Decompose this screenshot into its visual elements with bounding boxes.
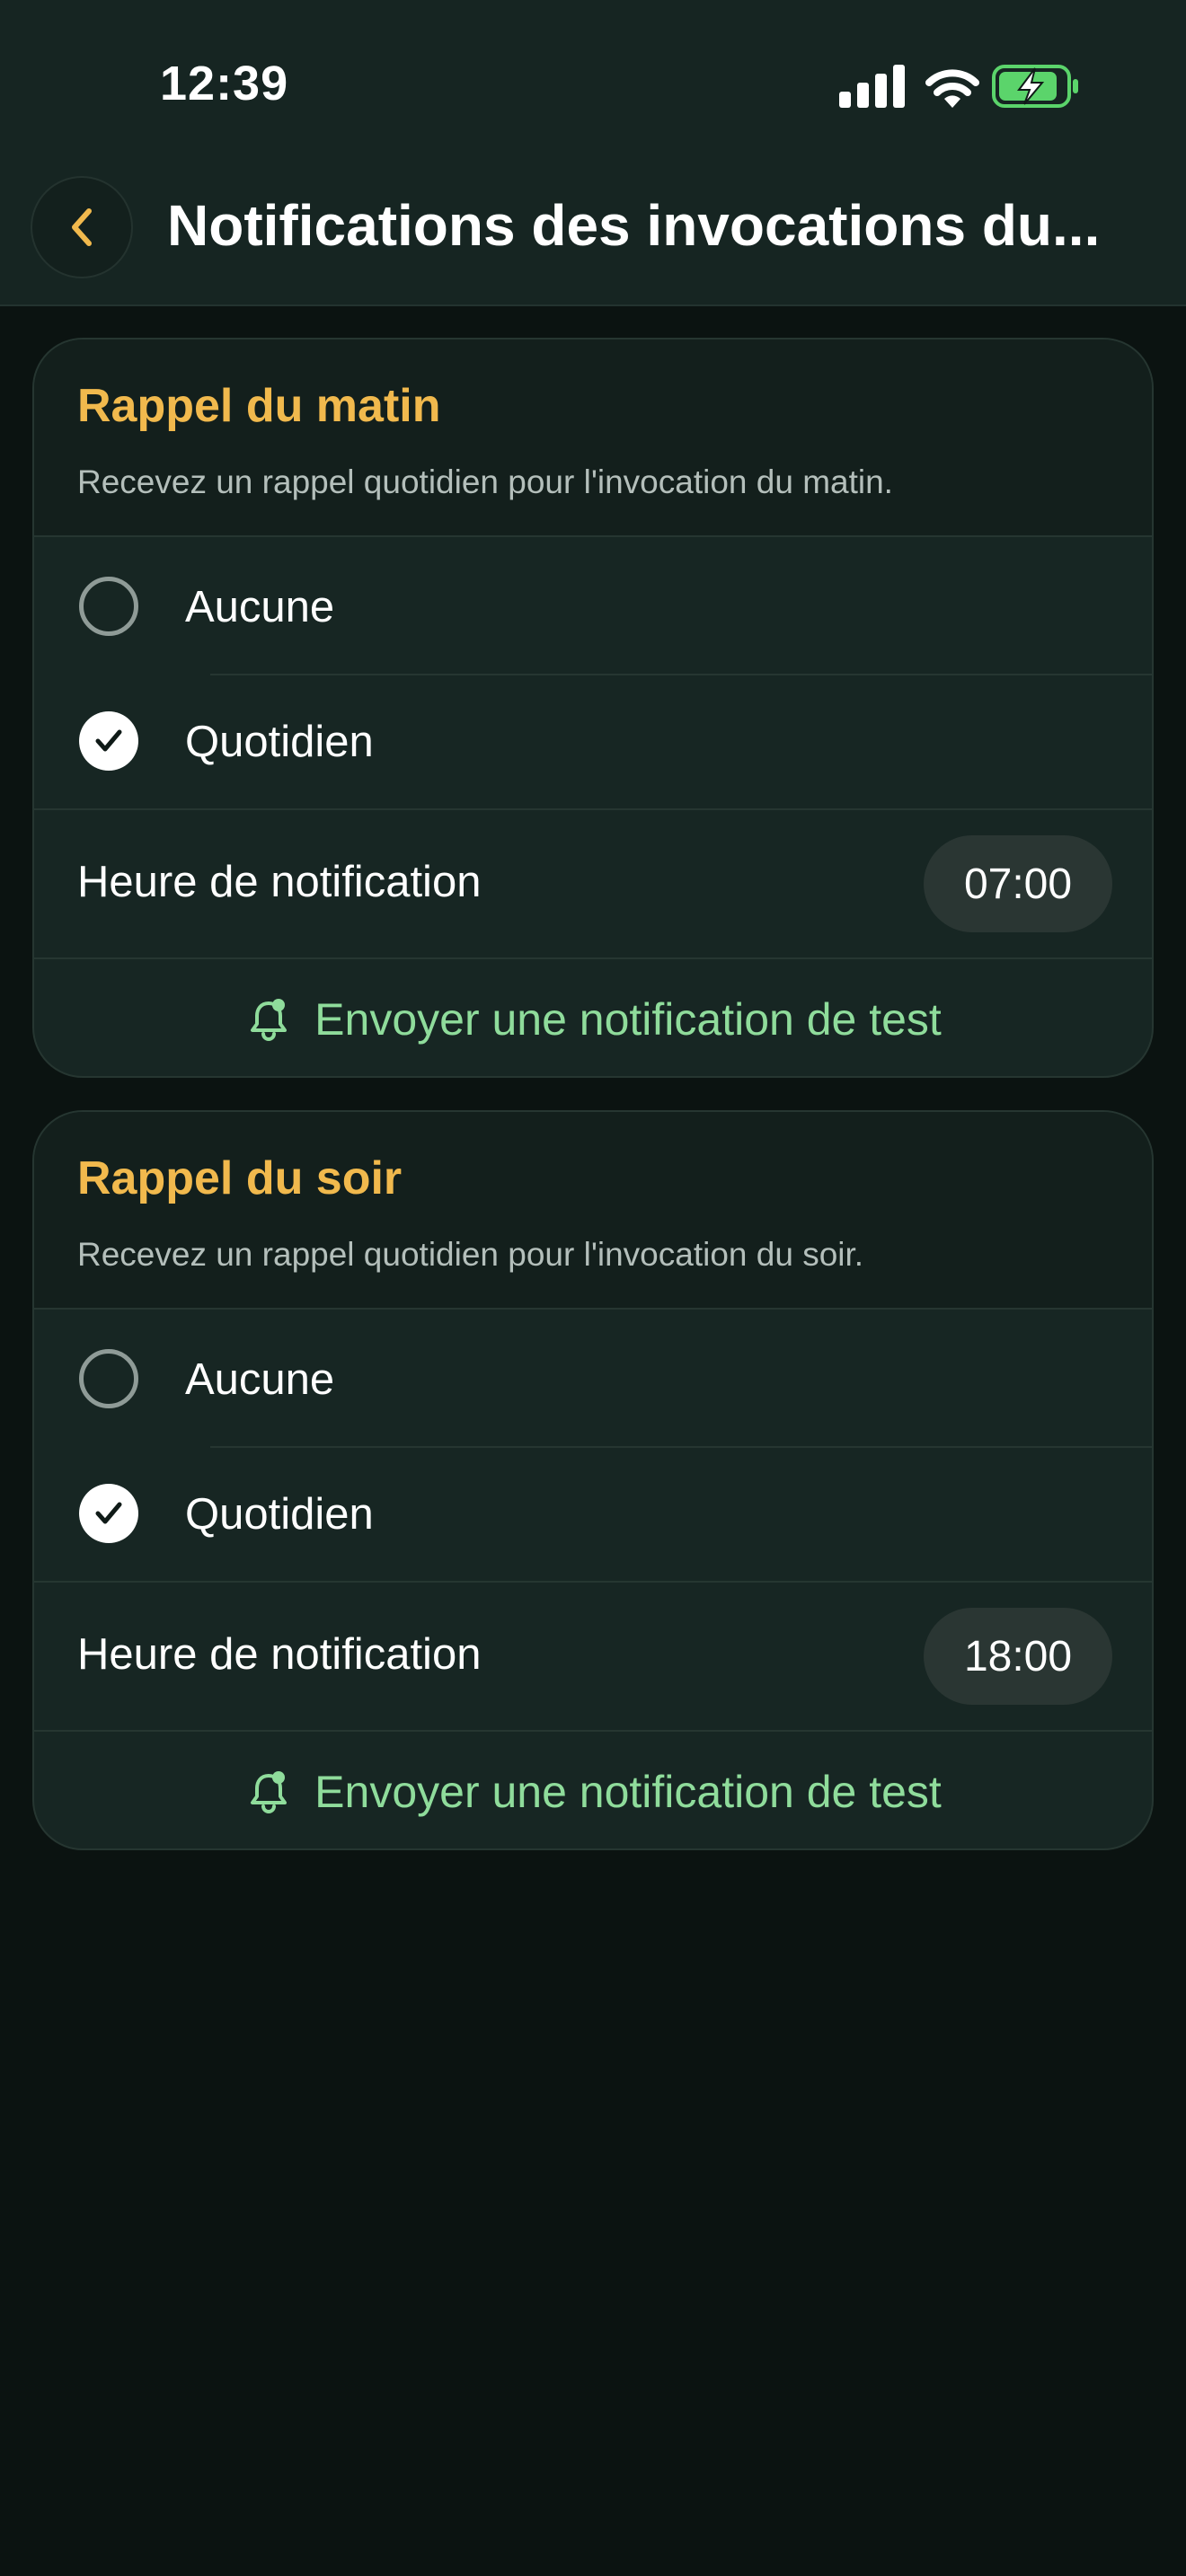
radio-selected-icon xyxy=(79,711,138,771)
morning-reminder-card: Rappel du matin Recevez un rappel quotid… xyxy=(32,338,1154,1078)
card-header: Rappel du soir Recevez un rappel quotidi… xyxy=(34,1112,1152,1310)
send-test-notification-button[interactable]: Envoyer une notification de test xyxy=(34,959,1152,1076)
test-notification-label: Envoyer une notification de test xyxy=(314,1767,942,1817)
status-icons xyxy=(839,63,1082,110)
option-none[interactable]: Aucune xyxy=(34,1311,1152,1446)
card-description: Recevez un rappel quotidien pour l'invoc… xyxy=(77,1236,864,1273)
checkmark-icon xyxy=(95,1502,122,1524)
evening-reminder-card: Rappel du soir Recevez un rappel quotidi… xyxy=(32,1110,1154,1850)
page-title: Notifications des invocations du... xyxy=(167,193,1101,258)
option-label: Aucune xyxy=(185,1355,335,1404)
cellular-signal-icon xyxy=(839,65,905,108)
chevron-left-icon xyxy=(72,208,92,246)
card-title: Rappel du soir xyxy=(77,1152,403,1204)
option-daily[interactable]: Quotidien xyxy=(34,1446,1152,1581)
radio-selected-icon xyxy=(79,1484,138,1543)
navigation-header xyxy=(0,0,1186,306)
test-notification-label: Envoyer une notification de test xyxy=(314,994,942,1045)
bell-icon xyxy=(244,995,293,1044)
card-title: Rappel du matin xyxy=(77,380,441,432)
divider xyxy=(34,808,1152,810)
radio-unselected-icon xyxy=(79,1349,138,1408)
notification-time-label: Heure de notification xyxy=(77,1630,482,1679)
card-description: Recevez un rappel quotidien pour l'invoc… xyxy=(77,463,893,500)
option-label: Quotidien xyxy=(185,1490,374,1539)
battery-charging-icon xyxy=(992,65,1078,108)
option-label: Aucune xyxy=(185,583,335,631)
wifi-icon xyxy=(925,69,979,108)
send-test-notification-button[interactable]: Envoyer une notification de test xyxy=(34,1732,1152,1848)
back-button[interactable] xyxy=(31,176,133,278)
option-daily[interactable]: Quotidien xyxy=(34,674,1152,808)
checkmark-icon xyxy=(95,729,122,752)
divider xyxy=(34,1581,1152,1583)
bell-icon xyxy=(244,1768,293,1816)
card-header: Rappel du matin Recevez un rappel quotid… xyxy=(34,340,1152,537)
radio-unselected-icon xyxy=(79,577,138,636)
status-time: 12:39 xyxy=(160,57,289,110)
notification-time-label: Heure de notification xyxy=(77,858,482,906)
time-picker-button[interactable]: 18:00 xyxy=(924,1608,1112,1705)
option-none[interactable]: Aucune xyxy=(34,539,1152,674)
time-picker-button[interactable]: 07:00 xyxy=(924,835,1112,932)
option-label: Quotidien xyxy=(185,718,374,766)
